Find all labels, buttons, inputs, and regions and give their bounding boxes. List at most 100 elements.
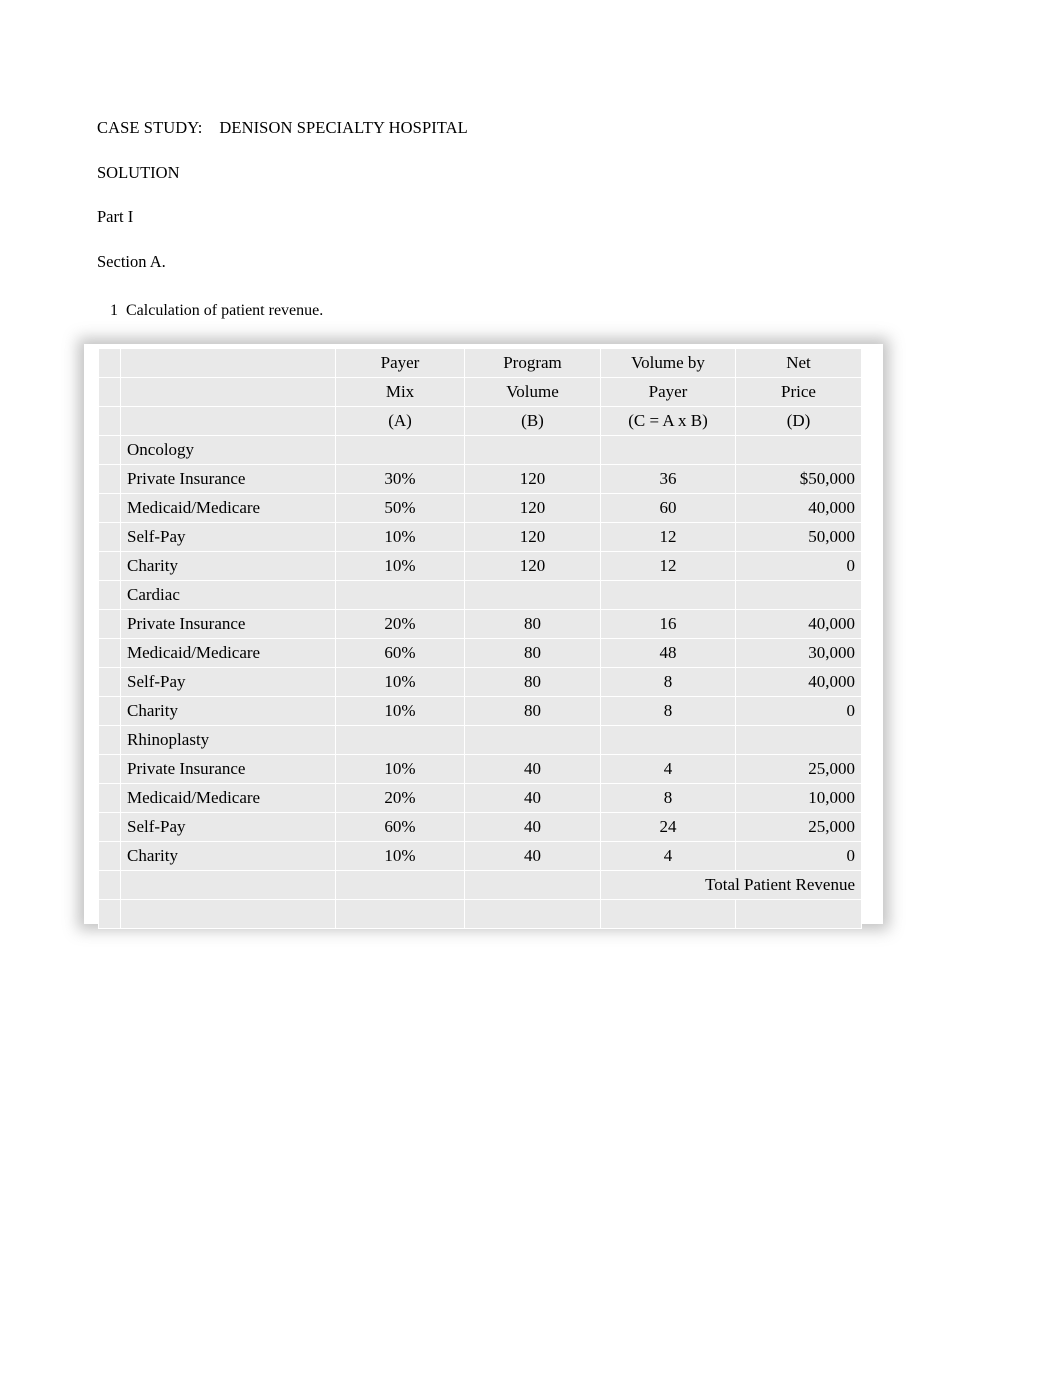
solution-label: SOLUTION — [97, 162, 180, 182]
case-study-title: CASE STUDY: DENISON SPECIALTY HOSPITAL — [97, 118, 468, 137]
row-gutter — [98, 580, 121, 610]
row-net-price: 10,000 — [735, 783, 862, 813]
row-net-price: 40,000 — [735, 609, 862, 639]
table-row: Private Insurance 10% 40 4 25,000 — [98, 754, 862, 784]
row-mix: 50% — [335, 493, 465, 523]
row-mix: 10% — [335, 841, 465, 871]
row-gutter — [98, 783, 121, 813]
table-row: Rhinoplasty — [98, 725, 862, 755]
header-cell-net-price: Net — [735, 348, 862, 378]
heading-block: CASE STUDY: DENISON SPECIALTY HOSPITAL S… — [97, 118, 897, 298]
header-cell-col-c: (C = A x B) — [600, 406, 736, 436]
table-header-row: (A) (B) (C = A x B) (D) — [98, 406, 862, 436]
row-gutter — [98, 638, 121, 668]
row-net-price: 40,000 — [735, 493, 862, 523]
row-gutter — [98, 754, 121, 784]
row-net-price: 50,000 — [735, 522, 862, 552]
row-label: Charity — [120, 841, 336, 871]
empty-cell — [120, 899, 336, 929]
empty-cell — [464, 899, 601, 929]
table-row: Charity 10% 40 4 0 — [98, 841, 862, 871]
row-gutter — [98, 870, 121, 900]
row-gutter — [98, 609, 121, 639]
document-page: CASE STUDY: DENISON SPECIALTY HOSPITAL S… — [0, 0, 1062, 1377]
row-mix: 30% — [335, 464, 465, 494]
header-cell-label — [120, 377, 336, 407]
row-mix: 20% — [335, 609, 465, 639]
header-cell-col-b: (B) — [464, 406, 601, 436]
row-net-price: 25,000 — [735, 812, 862, 842]
header-cell-net-price-2: Price — [735, 377, 862, 407]
table-row: Medicaid/Medicare 20% 40 8 10,000 — [98, 783, 862, 813]
row-gutter — [98, 812, 121, 842]
header-cell-volume-by-payer: Volume by — [600, 348, 736, 378]
header-cell-payer-mix: Payer — [335, 348, 465, 378]
row-volume: 80 — [464, 667, 601, 697]
table-row: Self-Pay 10% 120 12 50,000 — [98, 522, 862, 552]
row-volume: 120 — [464, 551, 601, 581]
row-volume — [464, 435, 601, 465]
row-net-price — [735, 580, 862, 610]
row-gutter — [98, 377, 121, 407]
row-mix — [335, 580, 465, 610]
table-row: Oncology — [98, 435, 862, 465]
table-header-row: Mix Volume Payer Price — [98, 377, 862, 407]
row-gutter — [98, 899, 121, 929]
row-mix: 60% — [335, 812, 465, 842]
row-net-price — [735, 725, 862, 755]
row-label: Oncology — [120, 435, 336, 465]
header-cell-col-a: (A) — [335, 406, 465, 436]
row-volume — [464, 725, 601, 755]
table-row: Private Insurance 30% 120 36 $50,000 — [98, 464, 862, 494]
patient-revenue-table-wrap: Payer Program Volume by Net Mix Volume P… — [84, 344, 883, 929]
empty-cell — [735, 899, 862, 929]
row-mix: 10% — [335, 667, 465, 697]
row-mix — [335, 435, 465, 465]
row-volume-by-payer — [600, 725, 736, 755]
row-gutter — [98, 841, 121, 871]
empty-cell — [335, 899, 465, 929]
row-label: Private Insurance — [120, 609, 336, 639]
row-label: Private Insurance — [120, 754, 336, 784]
row-volume-by-payer: 8 — [600, 667, 736, 697]
numbered-item-1: 1 Calculation of patient revenue. — [110, 302, 324, 319]
row-volume: 120 — [464, 522, 601, 552]
section-label: Section A. — [97, 251, 166, 271]
row-volume — [464, 580, 601, 610]
table-row: Charity 10% 120 12 0 — [98, 551, 862, 581]
row-label: Self-Pay — [120, 812, 336, 842]
total-blank-2 — [335, 870, 465, 900]
total-blank-1 — [120, 870, 336, 900]
row-volume-by-payer — [600, 435, 736, 465]
row-label: Medicaid/Medicare — [120, 493, 336, 523]
row-volume: 80 — [464, 638, 601, 668]
table-total-row: Total Patient Revenue — [98, 870, 862, 900]
row-volume: 40 — [464, 841, 601, 871]
row-mix: 10% — [335, 754, 465, 784]
row-net-price — [735, 435, 862, 465]
patient-revenue-table: Payer Program Volume by Net Mix Volume P… — [98, 348, 862, 929]
table-row: Medicaid/Medicare 60% 80 48 30,000 — [98, 638, 862, 668]
row-gutter — [98, 522, 121, 552]
table-body: Payer Program Volume by Net Mix Volume P… — [98, 348, 862, 929]
table-header-row: Payer Program Volume by Net — [98, 348, 862, 378]
header-cell-volume-by-payer-2: Payer — [600, 377, 736, 407]
row-label: Rhinoplasty — [120, 725, 336, 755]
table-row: Medicaid/Medicare 50% 120 60 40,000 — [98, 493, 862, 523]
row-volume-by-payer: 4 — [600, 754, 736, 784]
row-volume-by-payer: 16 — [600, 609, 736, 639]
row-net-price: 30,000 — [735, 638, 862, 668]
row-volume-by-payer: 8 — [600, 696, 736, 726]
row-label: Charity — [120, 551, 336, 581]
row-gutter — [98, 406, 121, 436]
row-label: Medicaid/Medicare — [120, 638, 336, 668]
table-row: Self-Pay 60% 40 24 25,000 — [98, 812, 862, 842]
row-net-price: 0 — [735, 551, 862, 581]
row-volume: 80 — [464, 696, 601, 726]
row-gutter — [98, 667, 121, 697]
row-label: Self-Pay — [120, 522, 336, 552]
row-volume-by-payer: 48 — [600, 638, 736, 668]
row-gutter — [98, 348, 121, 378]
table-row: Cardiac — [98, 580, 862, 610]
header-cell-label — [120, 348, 336, 378]
